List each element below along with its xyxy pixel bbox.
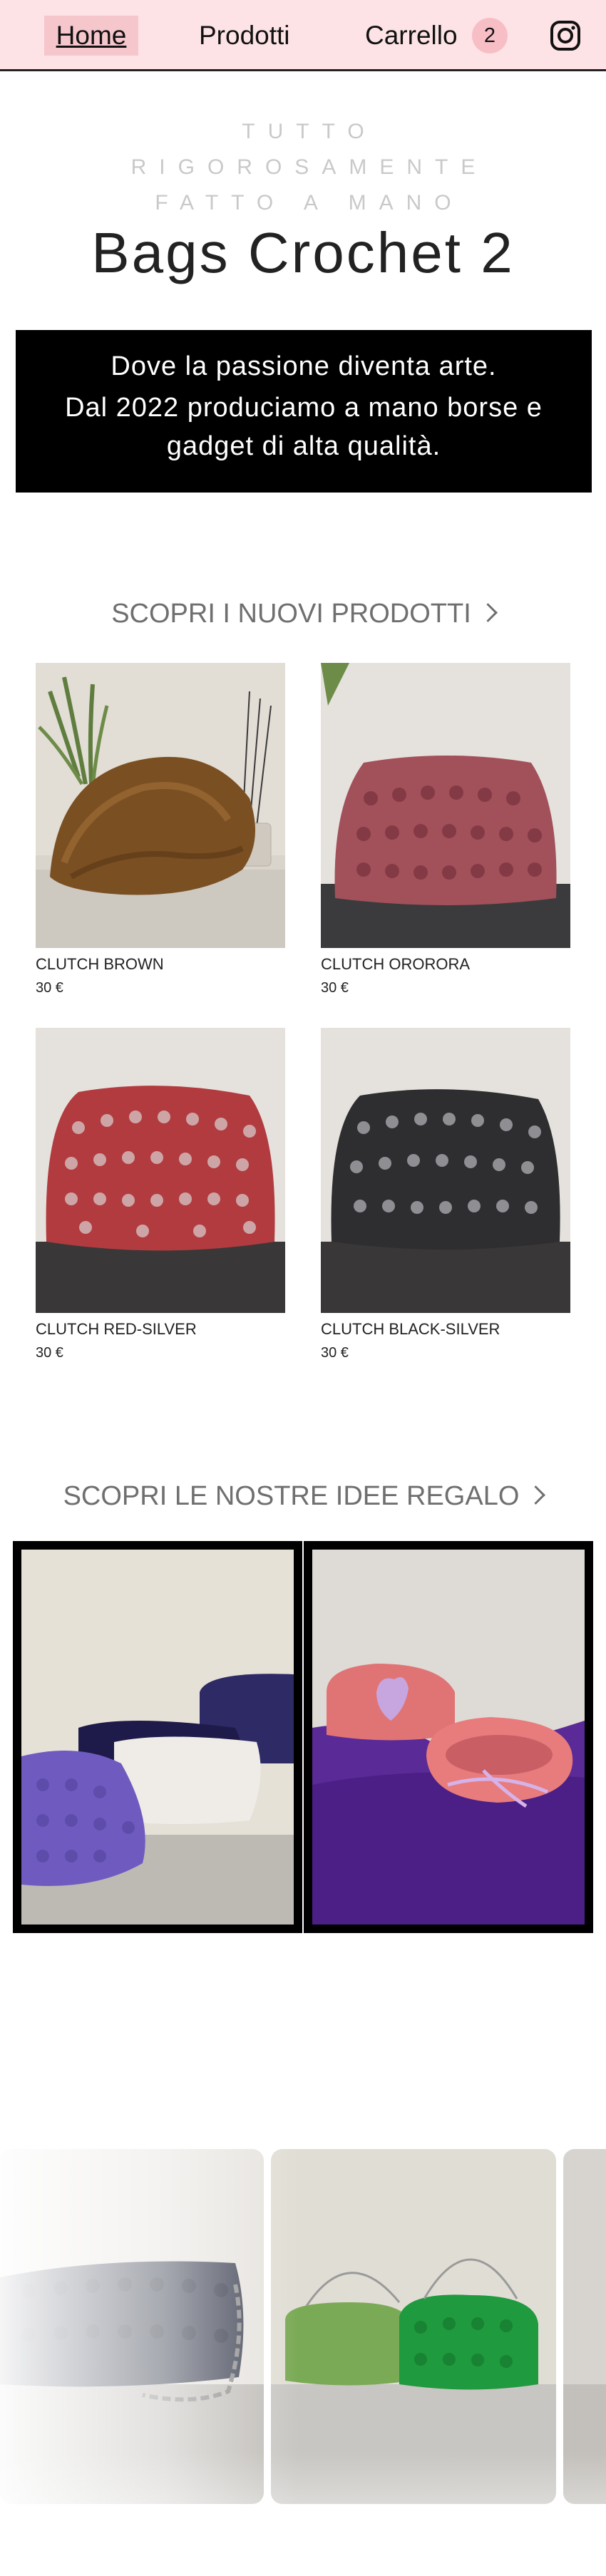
carousel-image [0,2149,264,2504]
product-card[interactable]: CLUTCH BROWN 30 € [36,663,285,998]
product-name: CLUTCH RED-SILVER [36,1320,197,1338]
new-products-link[interactable]: SCOPRI I NUOVI PRODOTTI [0,596,606,632]
product-card[interactable]: CLUTCH BLACK-SILVER 30 € [321,1028,570,1363]
banner-line-2: Dal 2022 produciamo a mano borse e gadge… [65,393,543,461]
product-image[interactable] [321,1028,570,1313]
product-price: 30 € [321,1345,349,1361]
product-name: CLUTCH BLACK-SILVER [321,1320,500,1338]
carousel-image [563,2149,606,2504]
gift-card[interactable] [304,1541,593,1933]
chevron-right-icon [478,603,498,622]
product-card[interactable]: CLUTCH RED-SILVER 30 € [36,1028,285,1363]
gift-card[interactable] [13,1541,302,1933]
tagline-line-2: RIGOROSAMENTE [130,155,488,179]
nav-carrello-link[interactable]: Carrello [365,22,458,48]
gift-ideas-link[interactable]: SCOPRI LE NOSTRE IDEE REGALO [0,1478,606,1514]
banner-line-1: Dove la passione diventa arte. [111,351,497,381]
carousel-image [271,2149,556,2504]
gift-image[interactable] [21,1550,294,1925]
product-image[interactable] [36,1028,285,1313]
hero-tagline: TUTTO RIGOROSAMENTE FATTO A MANO [0,114,606,221]
mission-banner: Dove la passione diventa arte. Dal 2022 … [16,330,592,493]
product-card[interactable]: CLUTCH ORORORA 30 € [321,663,570,998]
top-navbar: Home Prodotti Carrello 2 [0,0,606,71]
carousel-slide[interactable] [563,2149,606,2504]
chevron-right-icon [526,1485,546,1505]
product-price: 30 € [321,980,349,996]
nav-prodotti-link[interactable]: Prodotti [199,22,290,48]
product-image[interactable] [321,663,570,948]
carousel-slide[interactable] [0,2149,264,2504]
product-price: 30 € [36,980,63,996]
product-image[interactable] [36,663,285,948]
instagram-icon[interactable] [549,19,582,52]
nav-home-link[interactable]: Home [44,16,138,56]
product-name: CLUTCH BROWN [36,955,164,973]
gift-image[interactable] [312,1550,585,1925]
carousel-slide[interactable] [271,2149,556,2504]
new-products-heading: SCOPRI I NUOVI PRODOTTI [111,599,471,629]
product-name: CLUTCH ORORORA [321,955,471,973]
tagline-line-1: TUTTO [242,120,377,143]
gift-ideas-heading: SCOPRI LE NOSTRE IDEE REGALO [63,1481,520,1511]
tagline-line-3: FATTO A MANO [155,191,464,215]
cart-count-badge[interactable]: 2 [472,18,508,53]
site-title: Bags Crochet 2 [91,221,515,284]
product-price: 30 € [36,1345,63,1361]
